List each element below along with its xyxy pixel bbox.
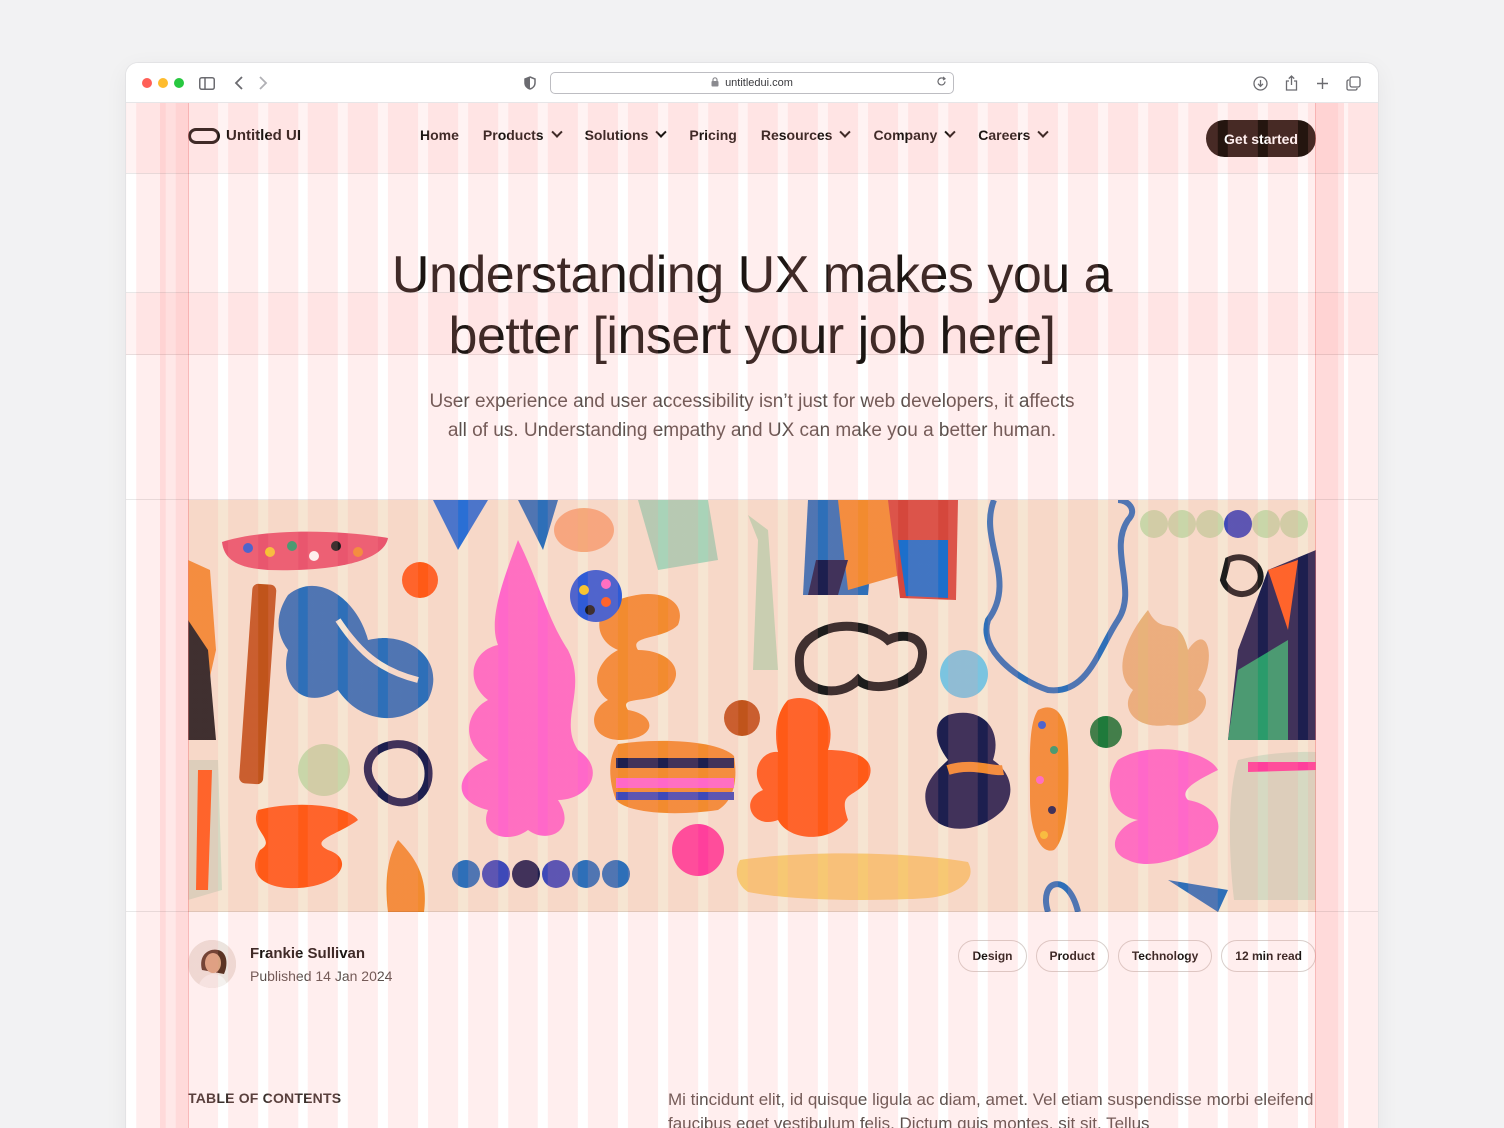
logo-mark-icon <box>188 127 220 144</box>
nav-item-products[interactable]: Products <box>482 126 563 143</box>
tag-design[interactable]: Design <box>958 940 1027 972</box>
chevron-down-icon <box>655 126 668 138</box>
title-line-2: better [insert your job here] <box>448 307 1056 365</box>
nav-item-careers[interactable]: Careers <box>978 126 1050 143</box>
nav-item-home[interactable]: Home <box>420 127 459 143</box>
nav-item-company[interactable]: Company <box>873 126 956 143</box>
url-text: untitledui.com <box>725 77 793 89</box>
download-icon[interactable] <box>1251 74 1269 92</box>
author-avatar[interactable] <box>188 940 236 988</box>
address-bar[interactable]: untitledui.com <box>550 72 954 94</box>
page-subtitle: User experience and user accessibility i… <box>402 387 1102 445</box>
lock-icon <box>711 76 719 90</box>
chevron-down-icon <box>550 126 563 138</box>
publish-date: Published 14 Jan 2024 <box>250 967 393 984</box>
left-margin-column <box>160 103 188 1128</box>
tabs-overview-icon[interactable] <box>1344 74 1362 92</box>
brand-name: Untitled UI <box>226 127 301 144</box>
chevron-down-icon <box>944 126 956 138</box>
nav-label: Pricing <box>689 127 737 143</box>
nav-label: Home <box>420 127 459 143</box>
close-window-button[interactable] <box>142 78 152 88</box>
right-margin-column <box>1316 103 1344 1128</box>
page-title: Understanding UX makes you a better [ins… <box>126 245 1378 367</box>
right-content-guide <box>1315 103 1316 1128</box>
nav-item-solutions[interactable]: Solutions <box>584 126 668 143</box>
read-time-badge: 12 min read <box>1221 940 1316 972</box>
guide-line <box>126 173 1378 174</box>
share-icon[interactable] <box>1282 74 1300 92</box>
forward-arrow-icon[interactable] <box>254 74 272 92</box>
subtitle-line-1: User experience and user accessibility i… <box>429 391 1075 412</box>
shield-icon[interactable] <box>521 74 539 92</box>
nav-label: Company <box>873 127 938 143</box>
nav-item-pricing[interactable]: Pricing <box>689 127 736 143</box>
nav-item-resources[interactable]: Resources <box>760 126 852 143</box>
browser-window: untitledui.com Untitled UI Home Products… <box>126 63 1378 1128</box>
get-started-button[interactable]: Get started <box>1206 120 1316 157</box>
reload-icon[interactable] <box>936 76 947 90</box>
guide-line <box>126 292 1378 293</box>
chevron-down-icon <box>839 126 852 138</box>
nav-label: Products <box>482 127 544 143</box>
title-line-1: Understanding UX makes you a <box>391 246 1113 304</box>
post-tags: Design Product Technology 12 min read <box>958 940 1316 972</box>
sidebar-toggle-icon[interactable] <box>198 74 216 92</box>
web-page: Untitled UI Home Products Solutions Pric… <box>126 103 1378 1128</box>
minimize-window-button[interactable] <box>158 78 168 88</box>
guide-line <box>126 911 1378 912</box>
article-body: Mi tincidunt elit, id quisque ligula ac … <box>668 1090 1314 1128</box>
subtitle-line-2: all of us. Understanding empathy and UX … <box>447 420 1057 441</box>
nav-label: Resources <box>760 127 833 143</box>
top-navigation: Untitled UI Home Products Solutions Pric… <box>126 103 1378 173</box>
nav-label: Solutions <box>584 127 649 143</box>
left-content-guide <box>188 103 189 1128</box>
maximize-window-button[interactable] <box>174 78 184 88</box>
guide-line <box>126 499 1378 500</box>
tag-technology[interactable]: Technology <box>1117 940 1213 972</box>
chevron-down-icon <box>1037 126 1050 138</box>
hero-illustration <box>188 500 1316 912</box>
nav-label: Careers <box>978 127 1031 143</box>
browser-toolbar: untitledui.com <box>126 63 1378 103</box>
new-tab-icon[interactable] <box>1313 74 1331 92</box>
table-of-contents-heading: TABLE OF CONTENTS <box>188 1090 342 1106</box>
author-name[interactable]: Frankie Sullivan <box>250 945 392 962</box>
brand-logo[interactable]: Untitled UI <box>188 127 301 144</box>
tag-product[interactable]: Product <box>1035 940 1109 972</box>
author-block: Frankie Sullivan Published 14 Jan 2024 <box>188 940 392 988</box>
back-arrow-icon[interactable] <box>230 74 248 92</box>
main-menu: Home Products Solutions Pricing Resource… <box>420 126 1050 143</box>
guide-line <box>126 354 1378 355</box>
